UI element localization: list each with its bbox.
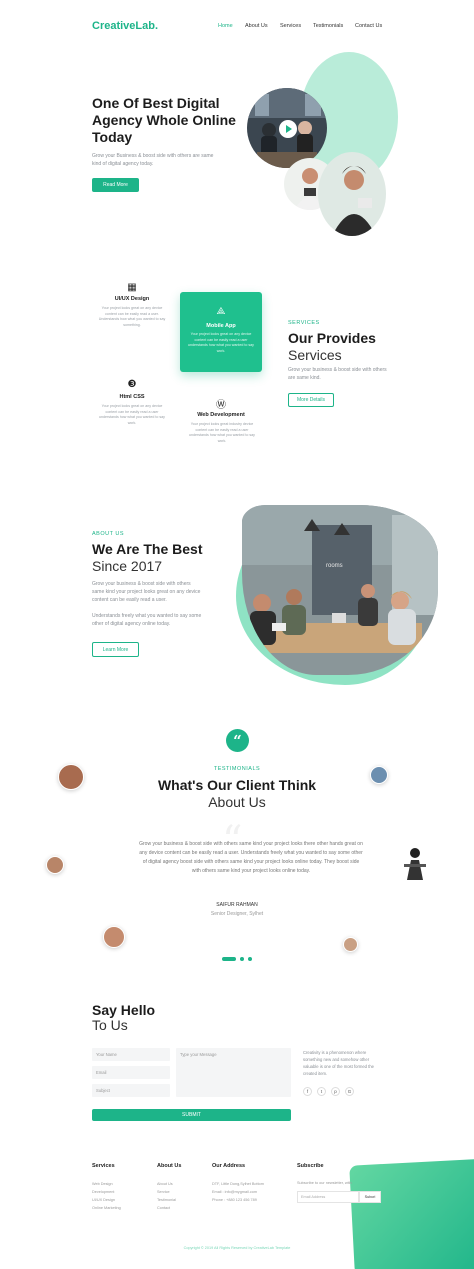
about-tag: ABOUT US	[92, 531, 125, 537]
read-more-button[interactable]: Read More	[92, 178, 139, 192]
pinterest-icon[interactable]: p	[331, 1087, 340, 1096]
copyright-text: Copyright © 2019 All Rights Reserved by …	[183, 1246, 291, 1250]
footer-link[interactable]: UI/UX Design	[92, 1196, 115, 1204]
client-avatar[interactable]	[103, 926, 125, 948]
more-details-button[interactable]: More Details	[288, 393, 334, 407]
footer-col-services-title: Services	[92, 1163, 115, 1169]
footer-address-line: Phone : +880 123 456 789	[212, 1198, 257, 1202]
testimonial-quote: Grow your business & boost side with oth…	[139, 841, 363, 874]
client-avatar[interactable]	[343, 937, 358, 952]
footer-link[interactable]: Testimonial	[157, 1196, 176, 1204]
about-paragraph-1: Grow your business & boost side with oth…	[92, 581, 201, 603]
testimonials-title-light: About Us	[208, 794, 266, 810]
service-desc-mobile: Your project looks great on any device c…	[188, 332, 254, 353]
footer-link[interactable]: About Us	[157, 1180, 173, 1188]
contact-info-text: Creativity is a phenomenon where somethi…	[303, 1050, 374, 1076]
layout-icon: ▦	[127, 282, 137, 293]
services-title-light: Services	[288, 347, 342, 363]
nav-item-testimonials[interactable]: Testimonials	[313, 23, 343, 29]
footer-link[interactable]: Online Marketing	[92, 1204, 121, 1212]
client-figure-image	[402, 846, 428, 882]
google-icon[interactable]: G	[345, 1087, 354, 1096]
footer-address-line: DTF, Little Dong,Sylhet Bottom	[212, 1182, 264, 1186]
hero-subtitle: Grow your Business & boost side with oth…	[92, 153, 214, 167]
name-input[interactable]: Your Name	[92, 1048, 170, 1061]
about-title-bold: We Are The Best	[92, 541, 203, 557]
facebook-icon[interactable]: f	[303, 1087, 312, 1096]
about-office-image: rooms	[242, 505, 438, 675]
app-icon: ⟁	[216, 306, 226, 317]
subscribe-email-input[interactable]: Email Address	[297, 1191, 359, 1203]
services-title-bold: Our Provides	[288, 330, 376, 346]
learn-more-button[interactable]: Learn More	[92, 642, 139, 657]
client-avatar[interactable]	[58, 764, 84, 790]
service-title-mobile: Mobile App	[206, 323, 236, 329]
css-icon: ❸	[127, 379, 137, 390]
brand-logo[interactable]: CreativeLab.	[92, 20, 158, 32]
slider-dot[interactable]	[248, 957, 252, 961]
footer-address-line: Email : info@mygmail.com	[212, 1190, 257, 1194]
message-textarea[interactable]: Type your Message	[176, 1048, 291, 1097]
client-avatar[interactable]	[370, 766, 388, 784]
subject-input[interactable]: Subject	[92, 1084, 170, 1097]
slider-dot[interactable]	[240, 957, 244, 961]
hero-title: One Of Best Digital Agency Whole Online …	[92, 95, 236, 145]
wordpress-icon: Ⓦ	[216, 400, 226, 411]
play-video-button[interactable]	[279, 120, 297, 138]
footer-subscribe-title: Subscribe	[297, 1163, 324, 1169]
about-paragraph-2: Understands freely what you wanted to sa…	[92, 613, 202, 627]
services-tag: SERVICES	[288, 320, 320, 326]
footer-subscribe-text: Subscribe to our newsletter, with	[297, 1181, 352, 1185]
footer-link[interactable]: Contact	[157, 1204, 170, 1212]
quote-icon: “	[226, 729, 249, 752]
contact-title-light: To Us	[92, 1017, 128, 1033]
service-title-uiux: UI/UX Design	[114, 296, 150, 302]
testimonial-role: Senior Designer, Sylhet	[210, 911, 264, 917]
service-desc-uiux: Your project looks great on any device c…	[98, 306, 166, 327]
footer-link[interactable]: Service	[157, 1188, 170, 1196]
twitter-icon[interactable]: t	[317, 1087, 326, 1096]
about-title-light: Since 2017	[92, 558, 163, 574]
footer-link[interactable]: Development	[92, 1188, 114, 1196]
service-desc-web: Your project looks great industry device…	[189, 422, 255, 443]
nav-item-about[interactable]: About Us	[245, 23, 268, 29]
nav-item-services[interactable]: Services	[280, 23, 301, 29]
footer-col-address-title: Our Address	[212, 1163, 246, 1169]
footer-accent-shape	[349, 1158, 474, 1269]
nav-item-home[interactable]: Home	[218, 23, 233, 29]
service-desc-html: Your project looks great on any device c…	[99, 404, 165, 425]
submit-button[interactable]: SUBMIT	[92, 1109, 291, 1121]
hero-image-person-right	[318, 152, 386, 236]
nav-item-contact[interactable]: Contact Us	[355, 23, 382, 29]
footer-col-about-title: About Us	[157, 1163, 182, 1169]
service-title-web: Web Development	[197, 412, 245, 418]
subscribe-button[interactable]: Subcri	[359, 1191, 381, 1203]
email-input[interactable]: Email	[92, 1066, 170, 1079]
client-avatar[interactable]	[46, 856, 64, 874]
svg-text:rooms: rooms	[326, 563, 343, 569]
contact-title-bold: Say Hello	[92, 1002, 156, 1018]
footer-link[interactable]: Web Design	[92, 1180, 113, 1188]
slider-dot-active[interactable]	[222, 957, 236, 961]
service-title-html: Html CSS	[119, 394, 145, 400]
services-desc: Grow your business & boost side with oth…	[288, 367, 387, 381]
testimonial-name: SAIFUR RAHMAN	[216, 902, 258, 908]
